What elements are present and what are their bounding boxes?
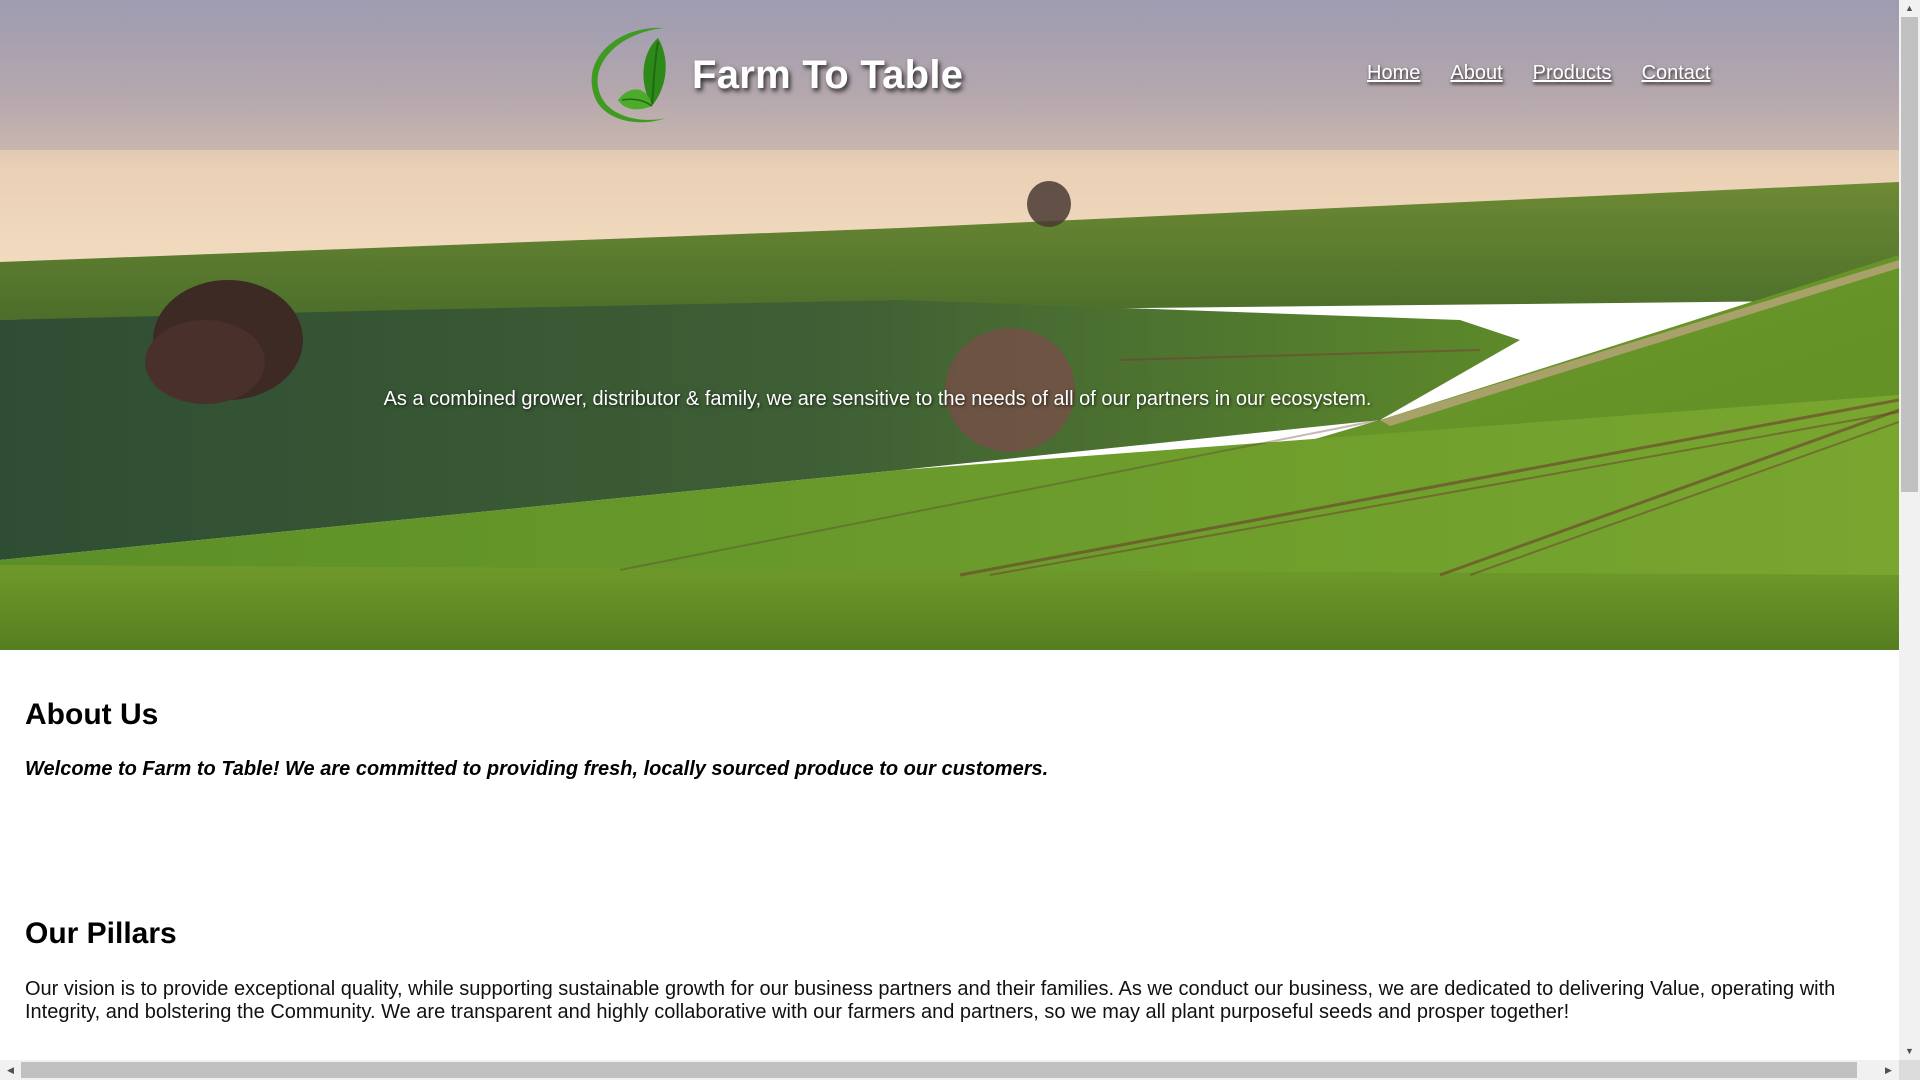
nav-link-contact[interactable]: Contact [1642,62,1711,85]
scrollbar-corner [1899,1060,1920,1080]
nav-link-about[interactable]: About [1450,62,1502,85]
brand-name: Farm To Table [692,52,964,97]
main-nav: Home About Products Contact [1367,62,1741,85]
horizontal-scrollbar[interactable]: ◀ ▶ [0,1060,1899,1080]
horizontal-scrollbar-thumb[interactable] [21,1062,1857,1078]
nav-link-products[interactable]: Products [1533,62,1612,85]
pillars-heading: Our Pillars [25,917,177,950]
about-heading: About Us [25,698,159,731]
vertical-scrollbar-thumb[interactable] [1901,17,1918,492]
page-viewport: Farm To Table Home About Products Contac… [0,0,1899,1060]
triangle-down-icon[interactable]: ▼ [1899,1043,1920,1060]
leaf-swoosh-logo-icon [591,27,666,123]
pillars-text: Our vision is to provide exceptional qua… [25,978,1836,1023]
vertical-scrollbar[interactable]: ▲ ▼ [1899,0,1920,1060]
hero-tagline: As a combined grower, distributor & fami… [383,388,1372,410]
nav-link-home[interactable]: Home [1367,62,1420,85]
triangle-left-icon[interactable]: ◀ [2,1060,19,1080]
about-text: Welcome to Farm to Table! We are committ… [25,758,1049,780]
hero-section: Farm To Table Home About Products Contac… [0,0,1899,650]
brand-logo[interactable]: Farm To Table [578,20,963,130]
triangle-up-icon[interactable]: ▲ [1899,0,1920,17]
triangle-right-icon[interactable]: ▶ [1880,1060,1897,1080]
